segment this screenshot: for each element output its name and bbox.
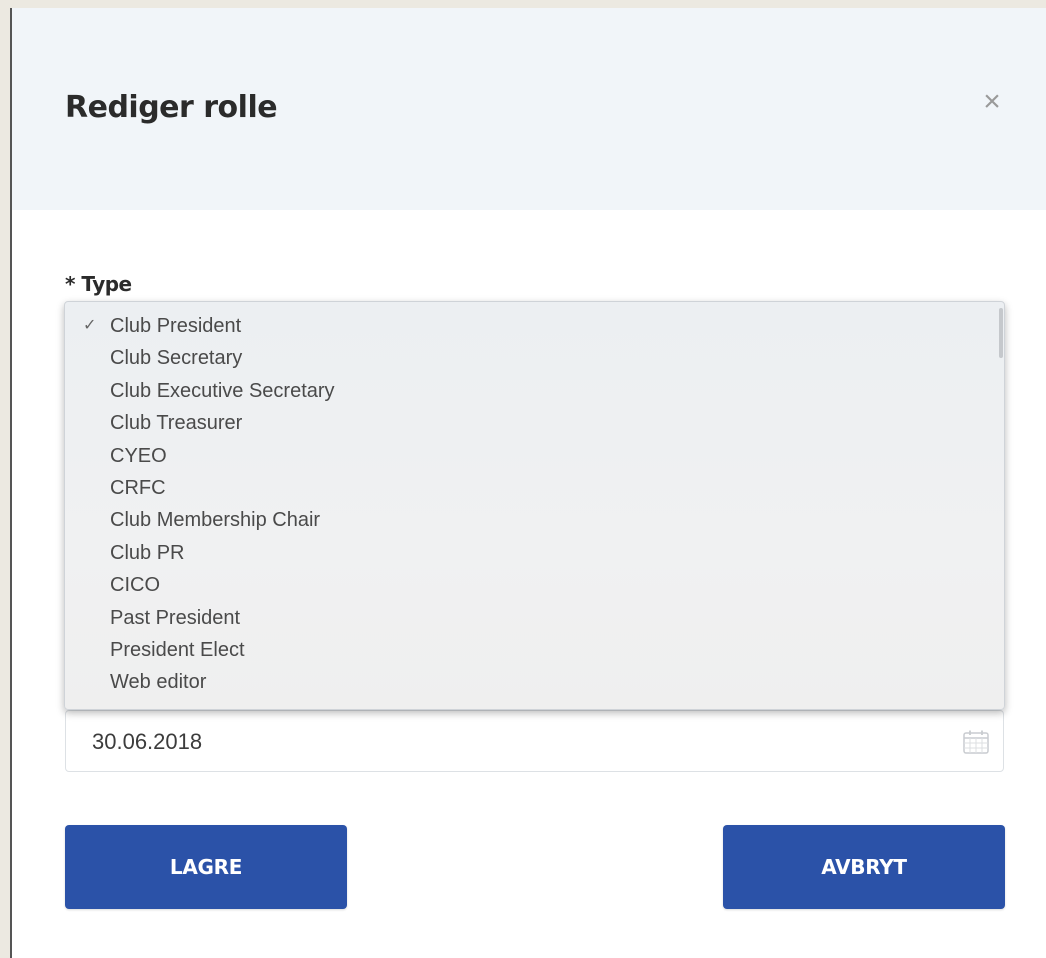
type-option[interactable]: Club Secretary bbox=[65, 342, 1004, 374]
type-option-label: Club PR bbox=[110, 541, 185, 564]
type-option-list: ✓ Club President Club Secretary Club Execut… bbox=[65, 310, 1004, 699]
type-option[interactable]: Club Membership Chair bbox=[65, 504, 1004, 536]
cancel-button[interactable]: AVBRYT bbox=[723, 825, 1005, 909]
type-option[interactable]: CYEO bbox=[65, 440, 1004, 472]
type-option-label: CICO bbox=[110, 574, 160, 597]
type-option-label: Club Executive Secretary bbox=[110, 379, 335, 402]
type-option[interactable]: Past President bbox=[65, 602, 1004, 634]
type-option[interactable]: Web editor bbox=[65, 666, 1004, 698]
type-option-label: Past President bbox=[110, 606, 241, 629]
edit-role-dialog: Rediger rolle × * Type ✓ Club President Cl… bbox=[10, 8, 1046, 958]
type-option-label: Club Treasurer bbox=[110, 412, 243, 435]
type-option-label: Club Secretary bbox=[110, 347, 243, 370]
type-option-label: Club President bbox=[110, 315, 242, 337]
type-option-label: President Elect bbox=[110, 638, 245, 661]
type-option-label: CYEO bbox=[110, 444, 167, 467]
close-icon[interactable]: × bbox=[974, 84, 1010, 120]
dropdown-scrollbar[interactable] bbox=[999, 308, 1003, 358]
type-option[interactable]: Club PR bbox=[65, 537, 1004, 569]
save-button[interactable]: LAGRE bbox=[65, 825, 347, 909]
checkmark-icon: ✓ bbox=[83, 317, 97, 334]
type-option-label: Web editor bbox=[110, 671, 207, 694]
dialog-title: Rediger rolle bbox=[65, 90, 278, 125]
end-date-input[interactable]: 30.06.2018 bbox=[65, 710, 1004, 772]
calendar-icon[interactable] bbox=[963, 730, 989, 754]
type-option[interactable]: Club Executive Secretary bbox=[65, 375, 1004, 407]
type-option[interactable]: CICO bbox=[65, 569, 1004, 601]
type-option[interactable]: Club Treasurer bbox=[65, 407, 1004, 439]
date-value: 30.06.2018 bbox=[92, 729, 203, 754]
type-option[interactable]: CRFC bbox=[65, 472, 1004, 504]
dialog-header: Rediger rolle × bbox=[12, 8, 1046, 210]
type-field-label: * Type bbox=[65, 272, 132, 296]
type-option-label: CRFC bbox=[110, 476, 166, 499]
type-dropdown-menu[interactable]: ✓ Club President Club Secretary Club Execut… bbox=[64, 301, 1005, 710]
type-option-label: Club Membership Chair bbox=[110, 509, 321, 532]
type-option[interactable]: ✓ Club President bbox=[65, 310, 1004, 342]
type-option[interactable]: President Elect bbox=[65, 634, 1004, 666]
